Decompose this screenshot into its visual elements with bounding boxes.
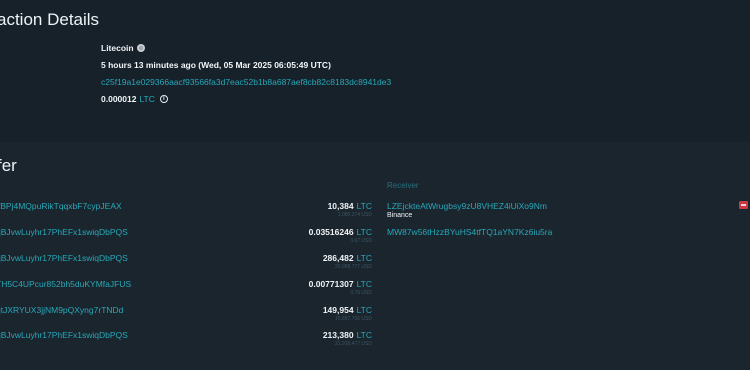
transfer-amount: 149,954 LTC xyxy=(323,305,372,315)
amount-usd: 21,916,477 USD xyxy=(335,341,372,347)
transaction-hash-link[interactable]: c25f19a1e029366aacf93566fa3d7eac52b1b8a6… xyxy=(101,77,391,87)
receiver-entity-tag: Binance xyxy=(387,212,413,219)
fee-row: 0.000012 LTC i xyxy=(101,94,168,104)
time-row: 5 hours 13 minutes ago (Wed, 05 Mar 2025… xyxy=(101,60,331,70)
receiver-address-link[interactable]: LZEjckteAtWrugbsy9zU8VHEZ4iUiXo9Nm xyxy=(387,201,547,211)
sender-address-link[interactable]: TH5C4UPcur852bh5duKYMfaJFUS xyxy=(0,279,131,289)
amount-unit: LTC xyxy=(356,279,372,289)
fee-unit: LTC xyxy=(139,94,155,104)
transfer-section-title: fer xyxy=(0,156,17,175)
sender-address-link[interactable]: qtJXRYUX3jjNM9pQXyng7rTNDd xyxy=(0,305,123,315)
amount-usd: 15,667,766 USD xyxy=(335,316,372,322)
info-icon[interactable]: i xyxy=(159,95,168,103)
amount-usd: 29,958,777 USD xyxy=(335,264,372,270)
amount-unit: LTC xyxy=(356,201,372,211)
transfer-amount: 0.00771307 LTC xyxy=(309,279,372,289)
page-title: action Details xyxy=(0,10,100,29)
amount-usd: 0.79 USD xyxy=(350,290,372,296)
sender-address-link[interactable]: qBJvwLuyhr17PhEFx1swiqDbPQS xyxy=(0,253,128,263)
amount-unit: LTC xyxy=(356,227,372,237)
sender-address-link[interactable]: ifBPj4MQpuRikTqqxbF7cypJEAX xyxy=(0,201,122,211)
receiver-column-header: Receiver xyxy=(387,181,419,190)
sender-address-link[interactable]: qBJvwLuyhr17PhEFx1swiqDbPQS xyxy=(0,227,128,237)
amount-value: 0.03516246 xyxy=(308,227,354,237)
amount-unit: LTC xyxy=(356,330,372,340)
transfer-amount: 0.03516246 LTC xyxy=(309,227,372,237)
amount-unit: LTC xyxy=(356,253,372,263)
amount-usd: 3.67 USD xyxy=(350,238,372,244)
amount-unit: LTC xyxy=(356,305,372,315)
transfer-amount: 286,482 LTC xyxy=(323,253,372,263)
amount-usd: 1,085,274 USD xyxy=(337,212,372,218)
amount-value: 10,384 xyxy=(327,201,354,211)
amount-value: 286,482 xyxy=(322,253,354,263)
amount-value: 213,380 xyxy=(322,330,354,340)
amount-value: 149,954 xyxy=(322,305,354,315)
transaction-details-panel xyxy=(0,0,750,142)
amount-value: 0.00771307 xyxy=(308,279,354,289)
transfer-amount: 10,384 LTC xyxy=(328,201,372,211)
coin-row: Litecoin xyxy=(101,43,145,53)
coin-name: Litecoin xyxy=(101,43,134,53)
sender-address-link[interactable]: qBJvwLuyhr17PhEFx1swiqDbPQS xyxy=(0,330,128,340)
receiver-address-link[interactable]: MW87w56tHzzBYuHS4tfTQ1aYN7Kz6iu5ra xyxy=(387,227,552,237)
fee-value: 0.000012 xyxy=(101,94,137,104)
hash-row[interactable]: c25f19a1e029366aacf93566fa3d7eac52b1b8a6… xyxy=(101,77,391,87)
transaction-time: 5 hours 13 minutes ago (Wed, 05 Mar 2025… xyxy=(101,60,331,70)
transfer-amount: 213,380 LTC xyxy=(323,330,372,340)
flag-icon[interactable] xyxy=(739,201,748,209)
litecoin-coin-icon xyxy=(136,44,145,52)
